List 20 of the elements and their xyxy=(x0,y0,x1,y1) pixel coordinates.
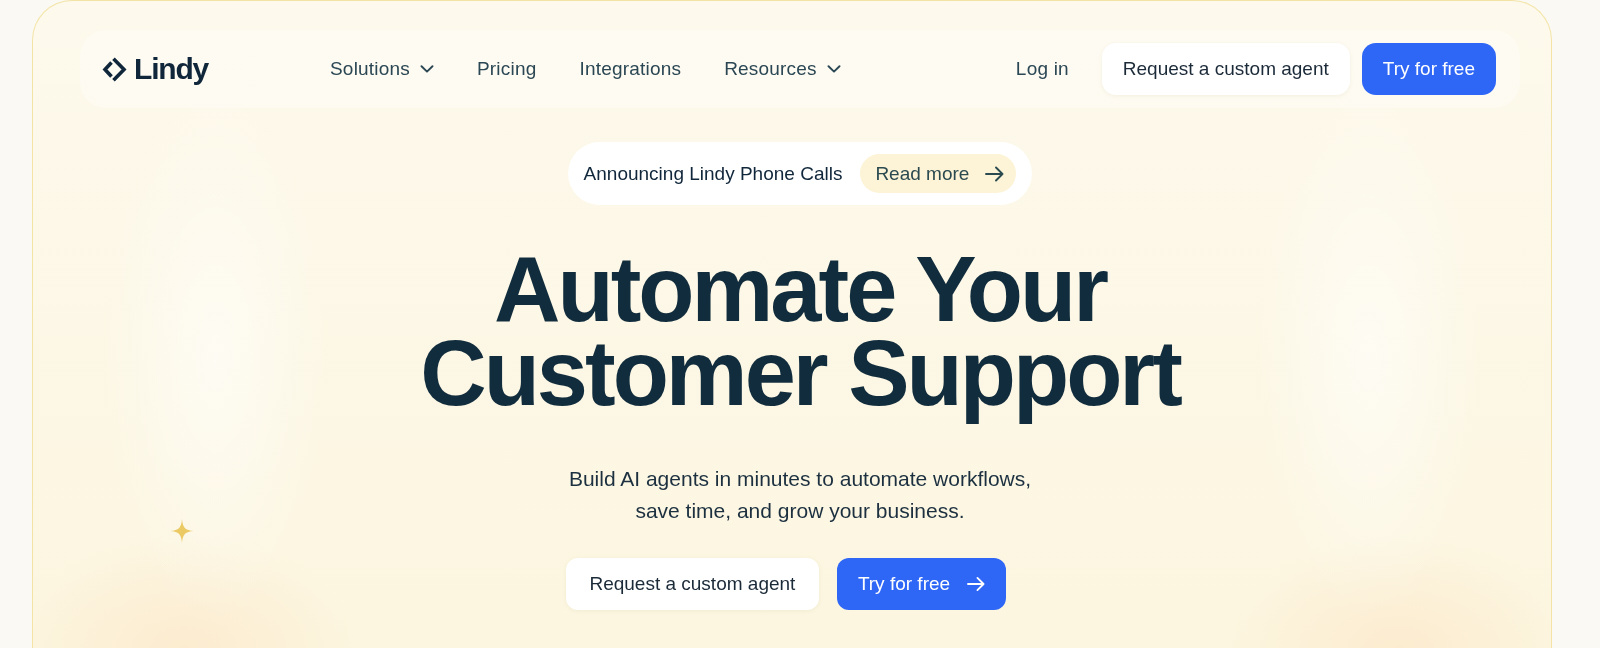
arrow-right-icon xyxy=(967,576,986,592)
login-link[interactable]: Log in xyxy=(1015,58,1069,80)
logo-icon xyxy=(102,56,127,82)
read-more-link[interactable]: Read more xyxy=(860,154,1017,193)
nav-link[interactable]: Solutions xyxy=(330,58,434,80)
sparkle-icon xyxy=(170,519,194,543)
hero-subtitle: Build AI agents in minutes to automate workflows, save time, and grow your business. xyxy=(567,466,1033,524)
chevron-down-icon xyxy=(826,65,841,73)
hero-headline: Automate Your Customer Support xyxy=(419,239,1182,426)
logo-text[interactable]: Lindy xyxy=(134,54,208,84)
announcement-text: Announcing Lindy Phone Calls xyxy=(583,162,843,185)
nav-link[interactable]: Pricing xyxy=(476,58,537,80)
request-agent-button[interactable]: Request a custom agent xyxy=(1101,43,1350,95)
nav-link[interactable]: Integrations xyxy=(579,58,682,80)
try-free-button[interactable]: Try for free xyxy=(836,558,1007,610)
request-agent-button[interactable]: Request a custom agent xyxy=(565,558,819,610)
arrow-right-icon xyxy=(985,165,1005,182)
chevron-down-icon xyxy=(419,65,434,73)
nav-link[interactable]: Resources xyxy=(724,58,841,80)
try-free-button[interactable]: Try for free xyxy=(1361,43,1496,95)
